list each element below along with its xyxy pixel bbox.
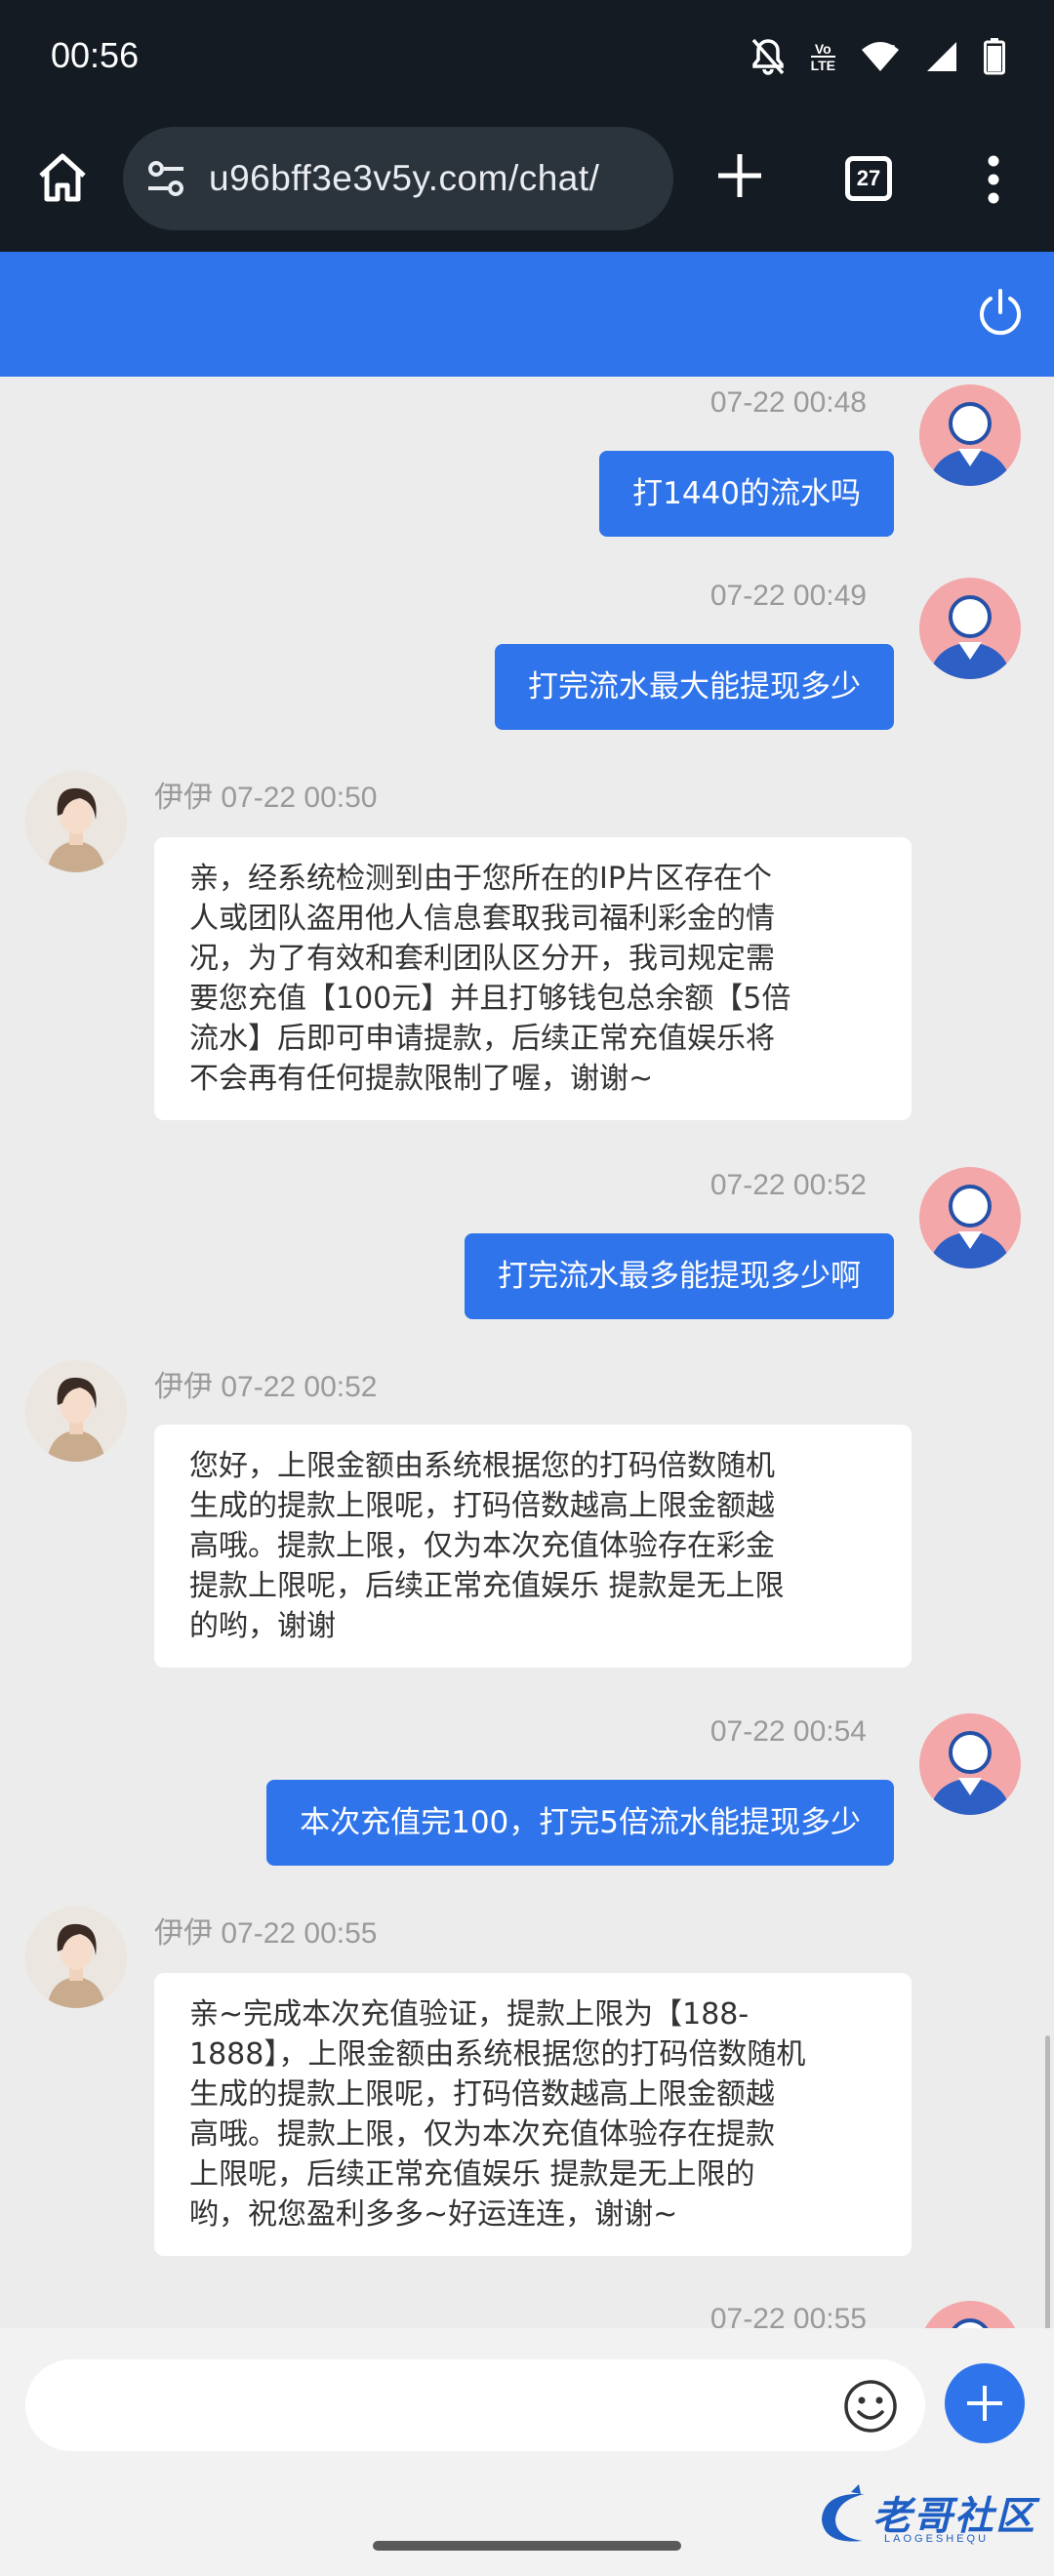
home-button[interactable] — [33, 148, 92, 207]
new-tab-button[interactable] — [712, 148, 767, 203]
chat-header — [0, 252, 1054, 377]
gesture-home-indicator[interactable] — [373, 2541, 681, 2551]
message-timestamp: 07-22 00:49 — [709, 580, 867, 612]
message-composer: 老哥社区 LAOGESHEQU — [0, 2328, 1054, 2576]
agent-avatar — [25, 1360, 127, 1462]
message-timestamp: 07-22 00:55 — [221, 1917, 378, 1950]
user-message-bubble: 打完流水最多能提现多少啊 — [465, 1233, 894, 1319]
agent-avatar-photo — [25, 1360, 127, 1462]
more-vert-icon — [988, 155, 999, 204]
user-avatar-icon — [929, 595, 1011, 679]
user-avatar-icon — [929, 402, 1011, 486]
agent-name-time: 伊伊 07-22 00:55 — [154, 1909, 377, 1952]
emoji-button[interactable] — [843, 2379, 898, 2434]
user-message-bubble: 打1440的流水吗 — [599, 451, 894, 537]
battery-icon — [984, 38, 1005, 75]
dragon-logo-icon — [822, 2484, 865, 2542]
status-time: 00:56 — [51, 35, 140, 75]
agent-avatar — [25, 771, 127, 872]
user-avatar — [919, 384, 1021, 486]
message-line: 流水】后即可申请提款，后续正常充值娱乐将 — [189, 1022, 775, 1056]
home-icon — [39, 153, 86, 202]
message-line: 上限呢，后续正常充值娱乐 提款是无上限的 — [189, 2157, 755, 2192]
address-bar[interactable]: u96bff3e3v5y.com/chat/ — [123, 127, 673, 230]
message-line: 亲，经系统检测到由于您所在的IP片区存在个 — [189, 862, 772, 896]
agent-name-time: 伊伊 07-22 00:50 — [154, 773, 377, 816]
power-icon — [980, 289, 1021, 336]
svg-text:6: 6 — [890, 44, 896, 55]
agent-avatar-photo — [25, 1907, 127, 2008]
user-avatar-icon — [929, 1731, 1011, 1815]
plus-icon — [967, 2386, 1002, 2421]
agent-name-time: 伊伊 07-22 00:52 — [154, 1362, 377, 1405]
emoji-icon — [844, 2380, 897, 2433]
message-line: 不会再有任何提款限制了喔，谢谢~ — [189, 1062, 654, 1096]
message-line: 况，为了有效和套利团队区分开，我司规定需 — [189, 942, 775, 976]
wifi-icon: 6 — [861, 40, 900, 73]
chat-message-list[interactable]: 07-22 00:48 打1440的流水吗 07-22 00:49 打完流水最大… — [0, 377, 1054, 2328]
message-timestamp: 07-22 00:55 — [709, 2303, 867, 2328]
message-line: 1888】，上限金额由系统根据您的打码倍数随机 — [189, 2037, 806, 2072]
message-line: 生成的提款上限呢，打码倍数越高上限金额越 — [189, 2077, 775, 2112]
message-line: 亲~完成本次充值验证，提款上限为【188- — [189, 1997, 750, 2032]
status-icons: Vo LTE 6 — [750, 37, 1005, 76]
message-timestamp: 07-22 00:52 — [221, 1371, 378, 1403]
plus-icon — [718, 154, 761, 197]
agent-message-bubble: 您好，上限金额由系统根据您的打码倍数随机 生成的提款上限呢，打码倍数越高上限金额… — [154, 1425, 912, 1668]
message-line: 生成的提款上限呢，打码倍数越高上限金额越 — [189, 1489, 775, 1523]
user-avatar — [919, 578, 1021, 679]
watermark-logo: 老哥社区 LAOGESHEQU — [816, 2484, 1042, 2553]
user-message-bubble: 本次充值完100，打完5倍流水能提现多少 — [266, 1780, 894, 1866]
status-bar: 00:56 Vo LTE 6 — [0, 0, 1054, 115]
message-line: 的哟，谢谢 — [189, 1609, 336, 1643]
agent-avatar — [25, 1907, 127, 2008]
message-line: 您好，上限金额由系统根据您的打码倍数随机 — [189, 1449, 775, 1483]
url-text[interactable]: u96bff3e3v5y.com/chat/ — [209, 158, 668, 199]
message-line: 人或团队盗用他人信息套取我司福利彩金的情 — [189, 902, 775, 936]
notifications-off-icon — [750, 37, 786, 76]
user-avatar-icon — [929, 1185, 1011, 1268]
watermark-subtext: LAOGESHEQU — [884, 2533, 990, 2545]
message-timestamp: 07-22 00:52 — [709, 1169, 867, 1201]
user-avatar — [919, 2301, 1021, 2328]
message-line: 要您充值【100元】并且打够钱包总余额【5倍 — [189, 982, 791, 1016]
message-timestamp: 07-22 00:54 — [709, 1715, 867, 1748]
browser-toolbar: u96bff3e3v5y.com/chat/ 27 — [0, 115, 1054, 252]
message-line: 提款上限呢，后续正常充值娱乐 提款是无上限 — [189, 1569, 785, 1603]
add-attachment-button[interactable] — [945, 2363, 1025, 2443]
user-avatar-icon — [952, 2318, 989, 2328]
agent-message-bubble: 亲~完成本次充值验证，提款上限为【188- 1888】，上限金额由系统根据您的打… — [154, 1973, 912, 2256]
overflow-menu-button[interactable] — [976, 152, 1011, 207]
message-timestamp: 07-22 00:50 — [221, 782, 378, 814]
user-avatar — [919, 1713, 1021, 1815]
user-message-bubble: 打完流水最大能提现多少 — [495, 644, 894, 730]
agent-name: 伊伊 — [154, 1917, 213, 1950]
agent-message-bubble: 亲，经系统检测到由于您所在的IP片区存在个 人或团队盗用他人信息套取我司福利彩金… — [154, 837, 912, 1120]
volte-icon: Vo LTE — [810, 40, 835, 73]
tab-switcher-button[interactable]: 27 — [845, 156, 892, 201]
user-avatar — [919, 1167, 1021, 1268]
message-input[interactable] — [25, 2359, 925, 2451]
message-line: 高哦。提款上限，仅为本次充值体验存在彩金 — [189, 1529, 775, 1563]
signal-icon — [925, 40, 958, 73]
site-settings-icon[interactable] — [142, 155, 189, 202]
agent-name: 伊伊 — [154, 782, 213, 814]
agent-avatar-photo — [25, 771, 127, 872]
agent-name: 伊伊 — [154, 1371, 213, 1403]
power-button[interactable] — [974, 287, 1027, 340]
message-line: 哟，祝您盈利多多~好运连连，谢谢~ — [189, 2197, 678, 2232]
message-line: 高哦。提款上限，仅为本次充值体验存在提款 — [189, 2117, 775, 2152]
scrollbar[interactable] — [1045, 2035, 1050, 2328]
message-timestamp: 07-22 00:48 — [709, 386, 867, 419]
